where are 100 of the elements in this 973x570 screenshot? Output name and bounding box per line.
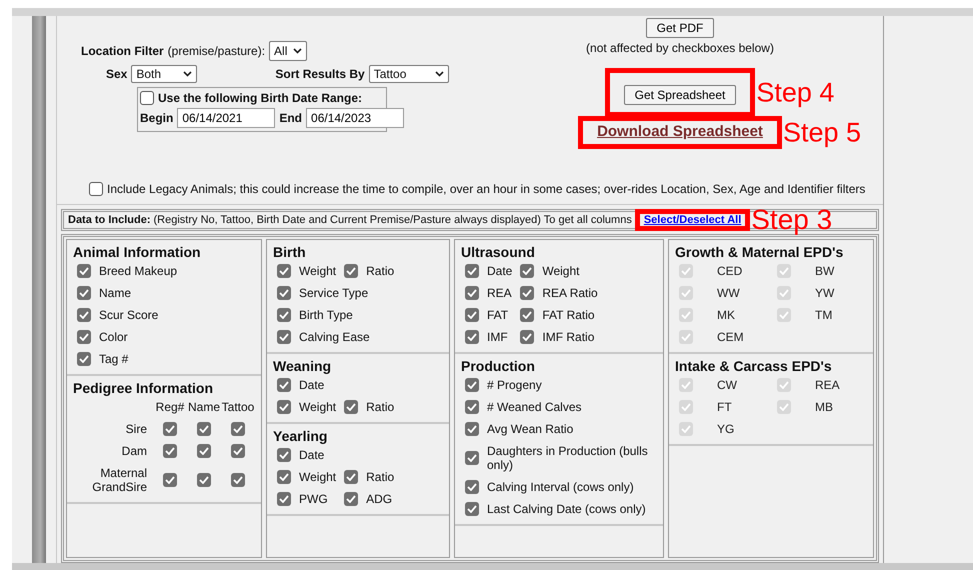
option-label: Service Type <box>299 286 368 300</box>
section-title: Ultrasound <box>461 244 536 260</box>
option-label: IMF Ratio <box>542 330 594 344</box>
option-label: Date <box>299 378 324 392</box>
checkbox[interactable] <box>231 444 245 458</box>
checkbox[interactable] <box>344 264 358 278</box>
option-label: # Progeny <box>487 378 542 392</box>
row-label: Maternal GrandSire <box>91 466 148 494</box>
checkbox[interactable] <box>465 480 479 494</box>
checkbox[interactable] <box>465 378 479 392</box>
option-label: FAT <box>487 308 508 322</box>
option-label: MB <box>815 400 833 414</box>
step-label: Step 4 <box>756 77 834 108</box>
option-label: FT <box>717 400 732 414</box>
checkbox[interactable] <box>465 400 479 414</box>
option-label: Breed Makeup <box>99 264 178 278</box>
option-label: REA <box>815 378 840 392</box>
sex-label: Sex <box>106 67 128 81</box>
checkbox[interactable] <box>231 473 245 487</box>
checkbox[interactable] <box>277 470 291 484</box>
checkbox[interactable] <box>344 492 358 506</box>
end-date-field[interactable]: 06/14/2023 <box>306 108 404 128</box>
checkbox[interactable] <box>197 422 211 436</box>
select-deselect-all-link[interactable]: Select/Deselect All <box>644 214 742 226</box>
checkbox[interactable] <box>520 286 534 300</box>
get-spreadsheet-button[interactable]: Get Spreadsheet <box>624 85 736 105</box>
checkbox[interactable] <box>277 448 291 462</box>
option-label: Name <box>99 286 132 300</box>
checkbox[interactable] <box>344 470 358 484</box>
sort-select[interactable]: Tattoo <box>368 65 449 83</box>
option-label: ADG <box>366 492 392 506</box>
checkbox[interactable] <box>231 422 245 436</box>
begin-date-field[interactable]: 06/14/2021 <box>177 108 276 128</box>
checkbox[interactable] <box>197 444 211 458</box>
column-header: Tattoo <box>221 400 255 414</box>
checkbox[interactable] <box>465 286 479 300</box>
checkbox[interactable] <box>77 308 91 322</box>
section-title: Yearling <box>273 428 328 444</box>
checkbox[interactable] <box>277 264 291 278</box>
checkbox[interactable] <box>277 308 291 322</box>
section-title: Growth & Maternal EPD's <box>675 244 844 260</box>
checkbox[interactable] <box>277 400 291 414</box>
location-select[interactable]: All <box>269 41 308 61</box>
checkbox[interactable] <box>77 352 91 366</box>
legacy-animals-label: Include Legacy Animals; this could increase the time to compile, over an hour in some cases; over-rides Location, Sex, Age and Identifier filters <box>107 182 866 196</box>
checkbox[interactable] <box>140 91 154 105</box>
checkbox[interactable] <box>465 422 479 436</box>
checkbox[interactable] <box>520 264 534 278</box>
checkbox[interactable] <box>277 492 291 506</box>
chevron-down-icon <box>183 71 192 77</box>
checkbox[interactable] <box>520 330 534 344</box>
option-label: WW <box>717 286 740 300</box>
option-label: Weight <box>299 264 336 278</box>
download-spreadsheet-link[interactable]: Download Spreadsheet <box>597 123 763 140</box>
section-title: Intake & Carcass EPD's <box>675 358 833 374</box>
checkbox[interactable] <box>77 264 91 278</box>
checkbox[interactable] <box>520 308 534 322</box>
checkbox[interactable] <box>465 264 479 278</box>
option-label: Weight <box>299 470 336 484</box>
checkbox[interactable] <box>465 451 479 465</box>
option-label: Calving Interval (cows only) <box>487 480 634 494</box>
location-filter-hint: (premise/pasture): <box>168 44 266 58</box>
option-label: FAT Ratio <box>542 308 595 322</box>
sex-select[interactable]: Both <box>131 65 198 83</box>
checkbox[interactable] <box>163 422 177 436</box>
checkbox[interactable] <box>277 286 291 300</box>
checkbox[interactable] <box>197 473 211 487</box>
checkbox[interactable] <box>77 286 91 300</box>
data-to-include-note: (Registry No, Tattoo, Birth Date and Current Premise/Pasture always displayed) To get all columns <box>154 214 632 226</box>
sort-label: Sort Results By <box>275 67 365 81</box>
option-label: Date <box>487 264 512 278</box>
option-label: Last Calving Date (cows only) <box>487 502 646 516</box>
option-label: TM <box>815 308 832 322</box>
checkbox[interactable] <box>344 400 358 414</box>
option-label: Weight <box>542 264 580 278</box>
checkbox[interactable] <box>277 378 291 392</box>
column-header: Name <box>187 400 221 414</box>
option-label: Scur Score <box>99 308 158 322</box>
option-label: # Weaned Calves <box>487 400 582 414</box>
checkbox[interactable] <box>465 308 479 322</box>
checkbox[interactable] <box>465 330 479 344</box>
option-label: REA Ratio <box>542 286 598 300</box>
option-label: Calving Ease <box>299 330 370 344</box>
option-label: BW <box>815 264 834 278</box>
checkbox[interactable] <box>465 502 479 516</box>
row-label: Sire <box>124 422 148 436</box>
option-label: CED <box>717 264 742 278</box>
checkbox[interactable] <box>277 330 291 344</box>
chevron-down-icon <box>434 71 444 77</box>
step-label: Step 5 <box>782 117 861 148</box>
option-label: Weight <box>299 400 336 414</box>
pdf-note: (not affected by checkboxes below) <box>586 41 774 55</box>
get-pdf-button[interactable]: Get PDF <box>646 18 714 38</box>
checkbox[interactable] <box>163 444 177 458</box>
option-label: Ratio <box>366 470 394 484</box>
checkbox[interactable] <box>89 182 103 196</box>
checkbox[interactable] <box>163 473 177 487</box>
option-label: Birth Type <box>299 308 353 322</box>
option-label: Date <box>299 448 324 462</box>
checkbox[interactable] <box>77 330 91 344</box>
